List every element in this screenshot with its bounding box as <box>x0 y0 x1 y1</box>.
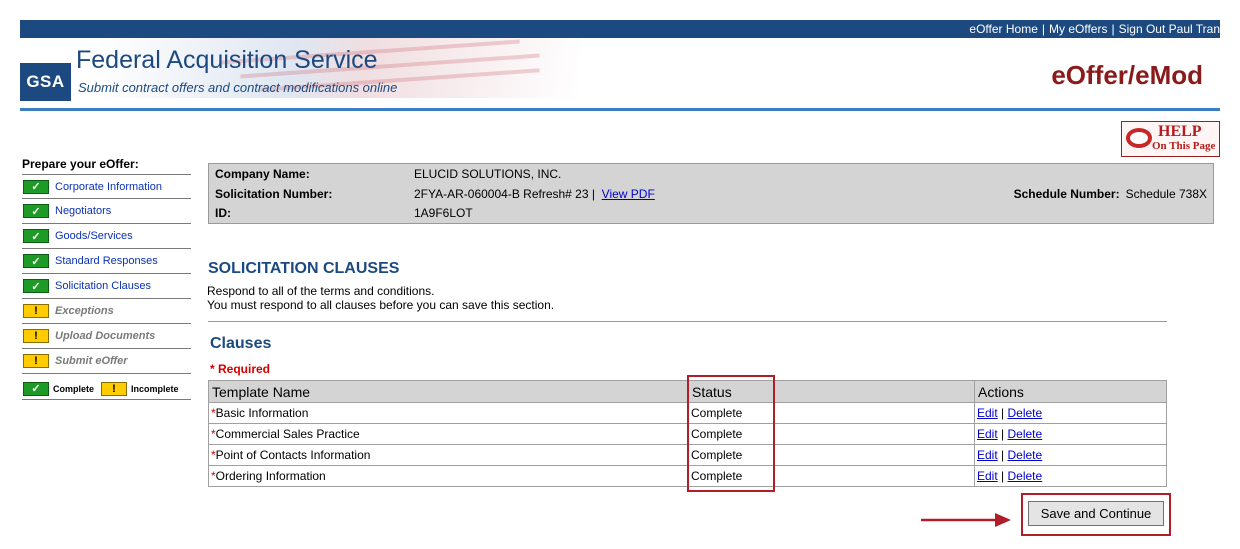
help-on-this-page-button[interactable]: HELP On This Page <box>1121 121 1220 157</box>
edit-link[interactable]: Edit <box>977 448 998 462</box>
checkmark-icon: ✓ <box>23 279 49 293</box>
top-nav-links: eOffer Home | My eOffers | Sign Out Paul Tra… <box>969 22 1220 36</box>
schedule-number: Schedule Number: Schedule 738X <box>1014 187 1207 201</box>
sidebar-item-label: Corporate Information <box>55 180 162 193</box>
edit-link[interactable]: Edit <box>977 469 998 483</box>
help-label: HELP <box>1158 123 1202 140</box>
sidebar-item-label: Standard Responses <box>55 255 158 267</box>
sidebar-item-label: Exceptions <box>55 305 114 317</box>
solicitation-number: 2FYA-AR-060004-B Refresh# 23 | <box>414 187 595 201</box>
solicitation-value: 2FYA-AR-060004-B Refresh# 23 | View PDF <box>414 187 655 201</box>
delete-link[interactable]: Delete <box>1008 427 1043 441</box>
template-name: Point of Contacts Information <box>215 448 371 462</box>
status-column-highlight <box>687 375 775 492</box>
edit-link[interactable]: Edit <box>977 427 998 441</box>
sidebar-item-solicitation-clauses[interactable]: ✓ Solicitation Clauses <box>22 274 191 299</box>
site-title: Federal Acquisition Service <box>76 46 378 74</box>
sidebar-item-standard-responses[interactable]: ✓ Standard Responses <box>22 249 191 274</box>
sidebar-item-label: Solicitation Clauses <box>55 280 151 292</box>
sidebar-item-submit-eoffer[interactable]: ! Submit eOffer <box>22 349 191 374</box>
sidebar-item-label: Submit eOffer <box>55 355 128 367</box>
action-separator: | <box>1001 469 1005 483</box>
schedule-value: Schedule 738X <box>1125 187 1207 201</box>
site-subtitle: Submit contract offers and contract modi… <box>78 80 398 95</box>
section-title: SOLICITATION CLAUSES <box>208 260 400 277</box>
eoffer-home-link[interactable]: eOffer Home <box>969 22 1037 36</box>
delete-link[interactable]: Delete <box>1008 448 1043 462</box>
gsa-logo: GSA <box>20 63 71 101</box>
template-name: Basic Information <box>215 406 309 420</box>
checkmark-icon: ✓ <box>23 204 49 218</box>
actions-cell: Edit | Delete <box>974 423 1167 445</box>
delete-link[interactable]: Delete <box>1008 406 1043 420</box>
header-banner: GSA Federal Acquisition Service Submit c… <box>20 38 1220 108</box>
save-and-continue-button[interactable]: Save and Continue <box>1028 501 1164 526</box>
action-separator: | <box>1001 427 1005 441</box>
edit-link[interactable]: Edit <box>977 406 998 420</box>
column-header-template-name: Template Name <box>208 380 689 403</box>
column-header-actions: Actions <box>974 380 1167 403</box>
help-sublabel: On This Page <box>1152 140 1216 152</box>
template-name-cell: *Point of Contacts Information <box>208 444 689 466</box>
nav-separator: | <box>1041 22 1046 36</box>
warning-icon: ! <box>23 354 49 368</box>
nav-separator: | <box>1111 22 1115 36</box>
sidebar-item-corporate-information[interactable]: ✓ Corporate Information <box>22 174 191 199</box>
delete-link[interactable]: Delete <box>1008 469 1043 483</box>
sidebar-item-exceptions[interactable]: ! Exceptions <box>22 299 191 324</box>
sidebar-item-upload-documents[interactable]: ! Upload Documents <box>22 324 191 349</box>
company-value: ELUCID SOLUTIONS, INC. <box>414 167 562 181</box>
legend-complete-label: Complete <box>53 383 95 394</box>
pointer-arrow-icon <box>921 513 1011 527</box>
action-separator: | <box>1001 448 1005 462</box>
sidebar-title: Prepare your eOffer: <box>22 157 139 171</box>
warning-icon: ! <box>23 304 49 318</box>
company-label: Company Name: <box>215 167 310 181</box>
warning-icon: ! <box>23 329 49 343</box>
checkmark-icon: ✓ <box>23 179 49 194</box>
warning-icon: ! <box>101 381 128 396</box>
sign-out-link[interactable]: Sign Out Paul Tran <box>1119 22 1220 36</box>
id-label: ID: <box>215 206 231 220</box>
section-divider <box>208 321 1167 322</box>
checkmark-icon: ✓ <box>23 381 49 396</box>
sidebar-item-label: Goods/Services <box>55 230 133 242</box>
sidebar-item-label: Negotiators <box>55 205 112 217</box>
checkmark-icon: ✓ <box>23 254 49 268</box>
section-desc-line-2: You must respond to all clauses before y… <box>207 298 555 312</box>
status-legend: ✓ Complete ! Incomplete <box>22 378 191 400</box>
legend-incomplete-label: Incomplete <box>131 383 179 394</box>
section-description: Respond to all of the terms and conditio… <box>207 284 554 312</box>
actions-cell: Edit | Delete <box>974 444 1167 466</box>
template-name-cell: *Commercial Sales Practice <box>208 423 689 445</box>
eoffer-brand: eOffer/eMod <box>1051 60 1203 90</box>
sidebar-item-label: Upload Documents <box>55 330 156 342</box>
actions-cell: Edit | Delete <box>974 465 1167 487</box>
schedule-label: Schedule Number: <box>1013 187 1120 201</box>
template-name-cell: *Ordering Information <box>208 465 689 487</box>
banner-divider <box>20 108 1220 111</box>
required-note: * Required <box>210 362 271 376</box>
actions-cell: Edit | Delete <box>974 402 1167 424</box>
sidebar-item-goods-services[interactable]: ✓ Goods/Services <box>22 224 191 249</box>
section-desc-line-1: Respond to all of the terms and conditio… <box>207 284 435 298</box>
clauses-heading: Clauses <box>210 335 272 352</box>
id-value: 1A9F6LOT <box>414 206 473 220</box>
solicitation-label: Solicitation Number: <box>215 187 333 201</box>
my-eoffers-link[interactable]: My eOffers <box>1049 22 1107 36</box>
sidebar-item-negotiators[interactable]: ✓ Negotiators <box>22 199 191 224</box>
template-name: Commercial Sales Practice <box>215 427 360 441</box>
template-name-cell: *Basic Information <box>208 402 689 424</box>
offer-info-box: Company Name: ELUCID SOLUTIONS, INC. Sol… <box>208 163 1214 224</box>
view-pdf-link[interactable]: View PDF <box>602 187 655 201</box>
life-ring-icon <box>1126 128 1152 148</box>
checkmark-icon: ✓ <box>23 229 49 243</box>
template-name: Ordering Information <box>215 469 326 483</box>
progress-sidebar: Prepare your eOffer: ✓ Corporate Informat… <box>22 157 191 400</box>
top-nav-bar: eOffer Home | My eOffers | Sign Out Paul Tra… <box>20 20 1220 38</box>
action-separator: | <box>1001 406 1005 420</box>
